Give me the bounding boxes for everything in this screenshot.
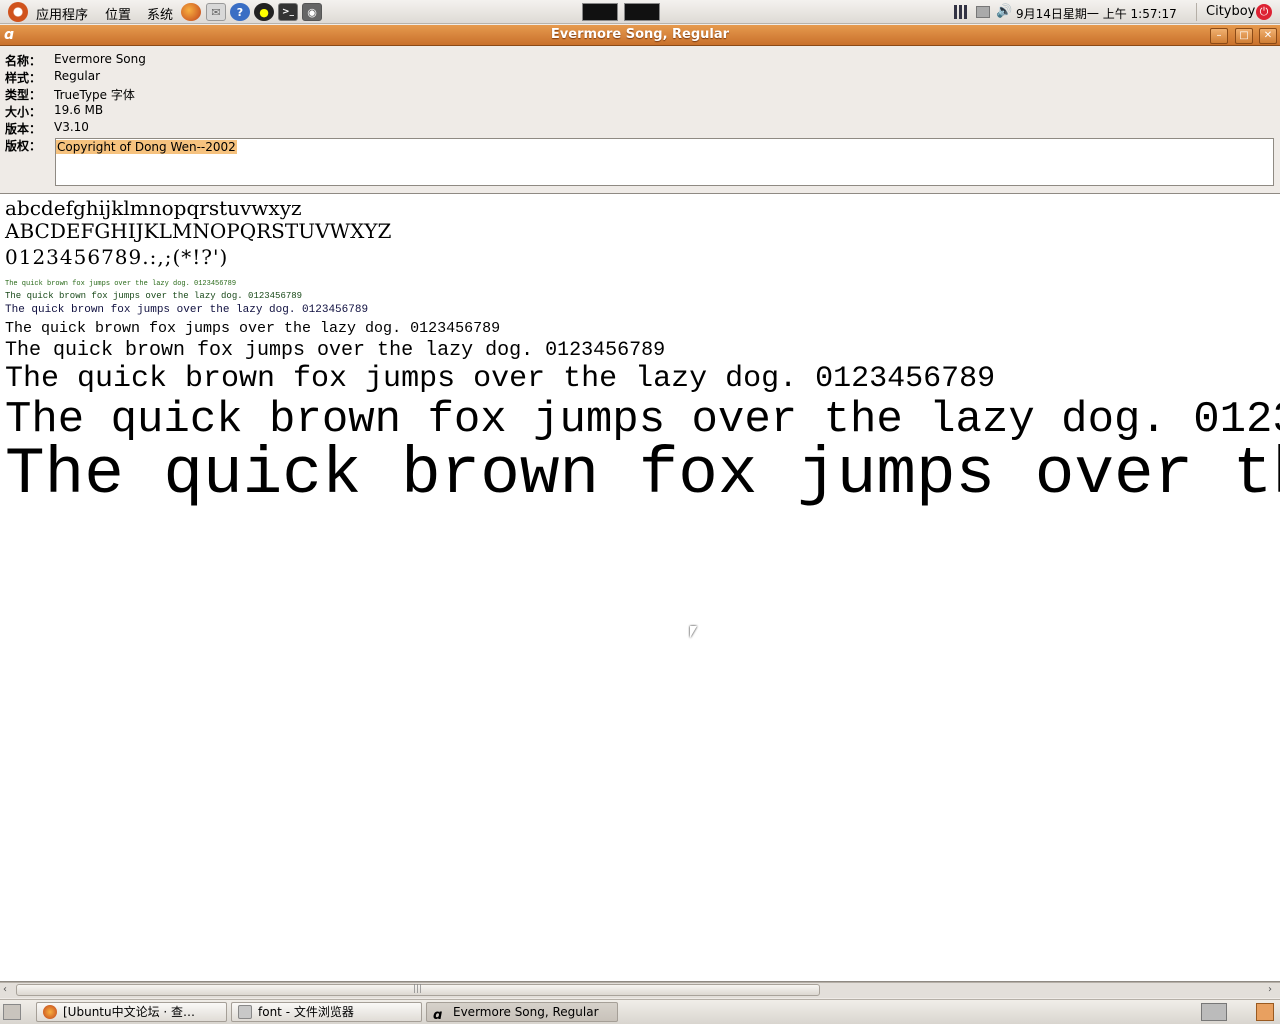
help-icon[interactable]: ? (230, 3, 250, 21)
minimize-button[interactable]: – (1210, 28, 1228, 44)
name-value: Evermore Song (54, 52, 146, 66)
size-value: 19.6 MB (54, 103, 104, 117)
trash-icon[interactable] (1256, 1003, 1274, 1021)
preview-digits: 0123456789.:,;(*!?') (5, 245, 229, 269)
clock[interactable]: 9月14日星期一 上午 1:57:17 (1016, 5, 1177, 22)
scroll-left-icon[interactable]: ‹ (3, 984, 7, 995)
menu-applications[interactable]: 应用程序 (36, 4, 88, 23)
window-title: Evermore Song, Regular (550, 27, 730, 42)
power-icon[interactable]: ⏻ (1256, 4, 1272, 20)
size-label: 大小： (5, 105, 42, 119)
ubuntu-logo-icon[interactable] (8, 2, 28, 22)
close-button[interactable]: ✕ (1259, 28, 1277, 44)
window-titlebar[interactable]: ɑ Evermore Song, Regular – □ ✕ (0, 25, 1280, 46)
task-label: font - 文件浏览器 (258, 1005, 354, 1019)
preview-sample-12: The quick brown fox jumps over the lazy … (5, 304, 369, 316)
horizontal-scrollbar[interactable]: ‹ ||| › (0, 982, 1280, 998)
maximize-button[interactable]: □ (1235, 28, 1253, 44)
task-file-browser[interactable]: font - 文件浏览器 (231, 1002, 422, 1022)
copyright-label: 版权： (5, 139, 42, 153)
type-value: TrueType 字体 (54, 88, 135, 102)
qq-icon[interactable]: ● (254, 3, 274, 21)
version-label: 版本： (5, 122, 42, 136)
mouse-cursor-icon (690, 626, 697, 638)
version-value: V3.10 (54, 120, 89, 134)
preview-sample-60: The quick brown fox jumps over the lazy … (5, 437, 1280, 512)
task-font-viewer[interactable]: ɑ Evermore Song, Regular (426, 1002, 618, 1022)
task-firefox[interactable]: [Ubuntu中文论坛 · 查… (36, 1002, 227, 1022)
file-manager-icon (238, 1005, 252, 1019)
preview-uppercase: ABCDEFGHIJKLMNOPQRSTUVWXYZ (5, 219, 392, 243)
printer-icon[interactable] (976, 6, 990, 18)
bottom-taskbar: [Ubuntu中文论坛 · 查… font - 文件浏览器 ɑ Evermore … (0, 999, 1280, 1024)
mail-icon[interactable]: ✉ (206, 3, 226, 21)
scroll-grip-icon: ||| (413, 984, 423, 994)
panel-separator (1196, 3, 1197, 21)
font-preview-area[interactable]: abcdefghijklmnopqrstuvwxyz ABCDEFGHIJKLM… (0, 193, 1280, 982)
style-value: Regular (54, 69, 101, 83)
firefox-icon (43, 1005, 57, 1019)
user-name[interactable]: Cityboy (1206, 4, 1255, 19)
font-viewer-icon: ɑ (433, 1008, 443, 1022)
scrollbar-thumb[interactable]: ||| (16, 984, 820, 996)
top-panel: 应用程序 位置 系统 ✉ ? ● >_ ◉ 🔊 9月14日星期一 上午 1:57… (0, 0, 1280, 24)
screenshot-icon[interactable]: ◉ (302, 3, 322, 21)
task-label: [Ubuntu中文论坛 · 查… (63, 1005, 196, 1019)
preview-sample-28: The quick brown fox jumps over the lazy … (5, 362, 996, 396)
firefox-icon[interactable] (181, 3, 201, 21)
terminal-icon[interactable]: >_ (278, 3, 298, 21)
scroll-right-icon[interactable]: › (1268, 984, 1272, 995)
preview-sample-20: The quick brown fox jumps over the lazy … (5, 339, 666, 362)
menu-system[interactable]: 系统 (147, 4, 173, 23)
preview-lowercase: abcdefghijklmnopqrstuvwxyz (5, 196, 302, 220)
task-label: Evermore Song, Regular (453, 1005, 599, 1019)
preview-sample-16: The quick brown fox jumps over the lazy … (5, 320, 501, 337)
workspace-2[interactable] (624, 3, 660, 21)
workspace-1[interactable] (582, 3, 618, 21)
menu-places[interactable]: 位置 (105, 4, 131, 23)
name-label: 名称： (5, 54, 42, 68)
workspace-switcher-icon[interactable] (1201, 1003, 1227, 1021)
network-icon[interactable] (954, 5, 970, 19)
style-label: 样式： (5, 71, 42, 85)
preview-sample-8: The quick brown fox jumps over the lazy … (5, 280, 237, 288)
preview-sample-10: The quick brown fox jumps over the lazy … (5, 291, 303, 301)
copyright-value[interactable]: Copyright of Dong Wen--2002 (56, 140, 237, 154)
copyright-textbox[interactable]: Copyright of Dong Wen--2002 (55, 138, 1274, 186)
type-label: 类型： (5, 88, 42, 102)
volume-icon[interactable]: 🔊 (996, 4, 1012, 19)
show-desktop-icon[interactable] (3, 1004, 21, 1020)
